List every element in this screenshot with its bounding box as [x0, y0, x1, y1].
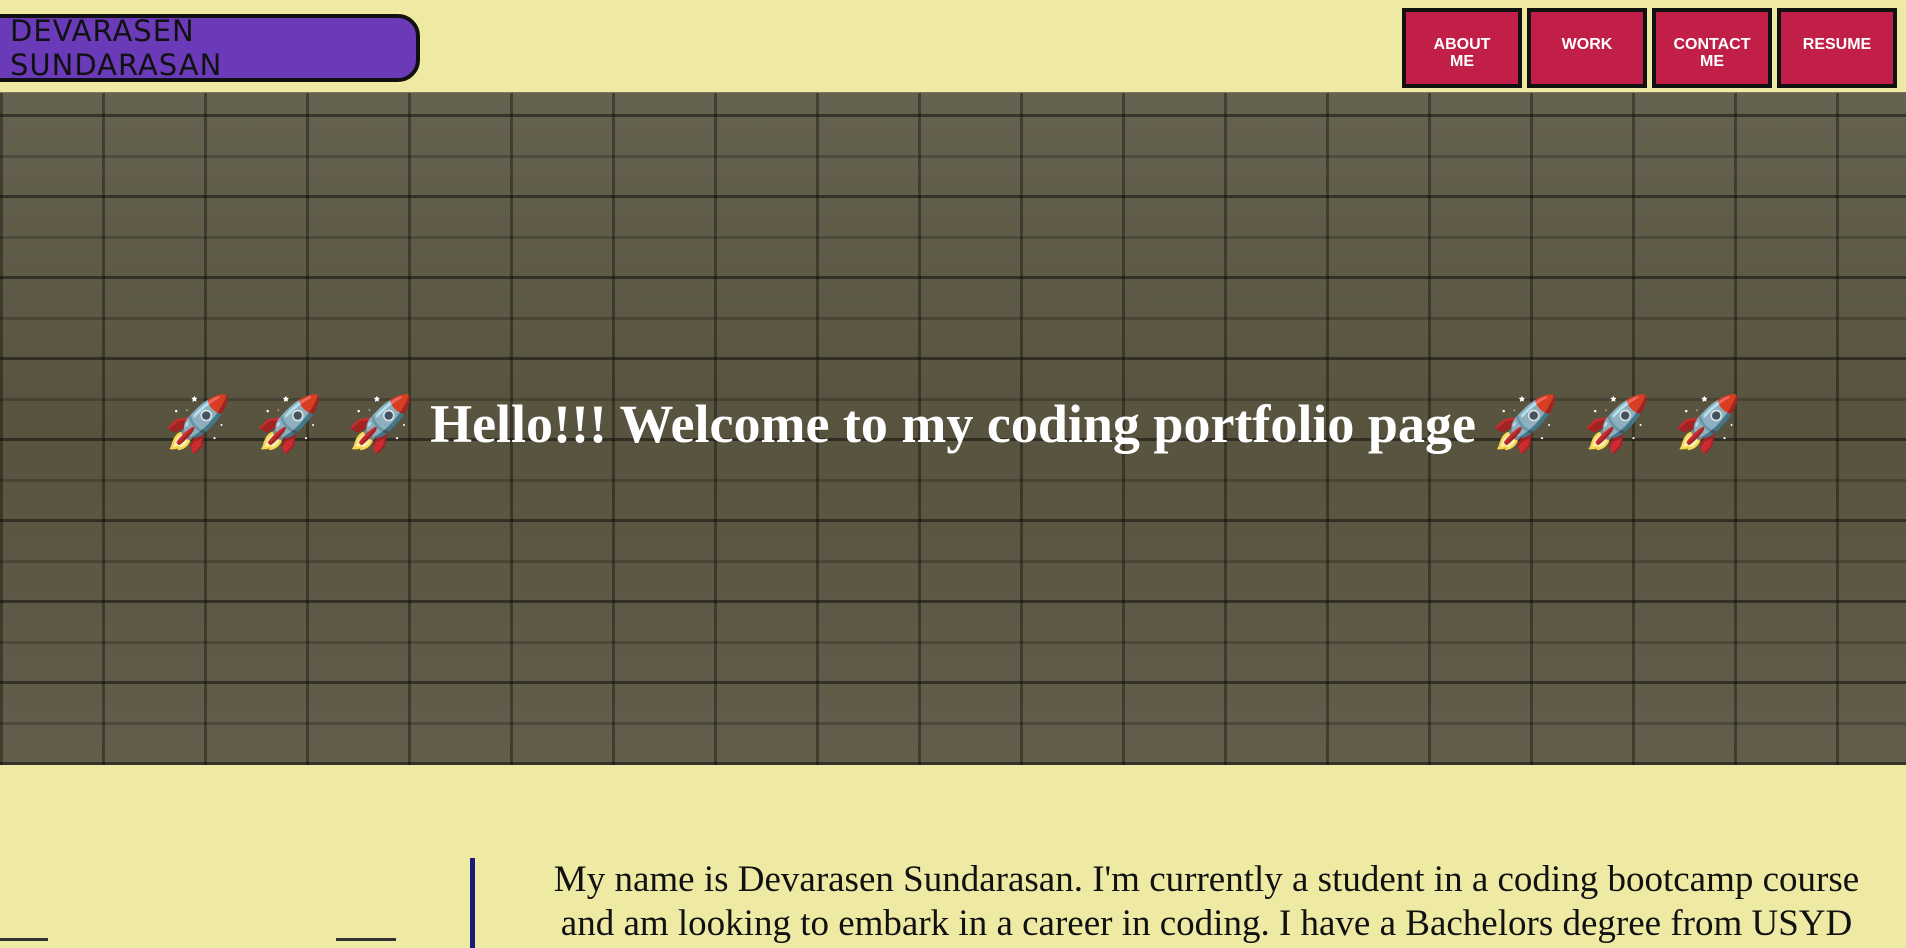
rocket-icon: 🚀: [1491, 394, 1560, 454]
about-me-text: My name is Devarasen Sundarasan. I'm cur…: [470, 858, 1890, 948]
nav-contact-me-button[interactable]: CONTACT ME: [1652, 8, 1772, 88]
hero-title: Hello!!! Welcome to my coding portfolio …: [430, 394, 1476, 454]
nav-work-button[interactable]: WORK: [1527, 8, 1647, 88]
rocket-icon: 🚀: [164, 394, 232, 454]
rocket-icon: 🚀: [255, 394, 323, 454]
hero-heading-row: 🚀 🚀 🚀 Hello!!! Welcome to my coding port…: [0, 393, 1906, 455]
rocket-icon: 🚀: [1583, 394, 1651, 454]
nav-about-me-button[interactable]: ABOUT ME: [1402, 8, 1522, 88]
hero-banner: 🚀 🚀 🚀 Hello!!! Welcome to my coding port…: [0, 93, 1906, 765]
nav-resume-button[interactable]: RESUME: [1777, 8, 1897, 88]
rocket-icon: 🚀: [346, 394, 415, 454]
brand-logo[interactable]: DEVARASEN SUNDARASAN: [0, 14, 420, 82]
site-header: DEVARASEN SUNDARASAN ABOUT ME WORK CONTA…: [0, 0, 1906, 93]
rocket-icon: 🚀: [1674, 394, 1742, 454]
